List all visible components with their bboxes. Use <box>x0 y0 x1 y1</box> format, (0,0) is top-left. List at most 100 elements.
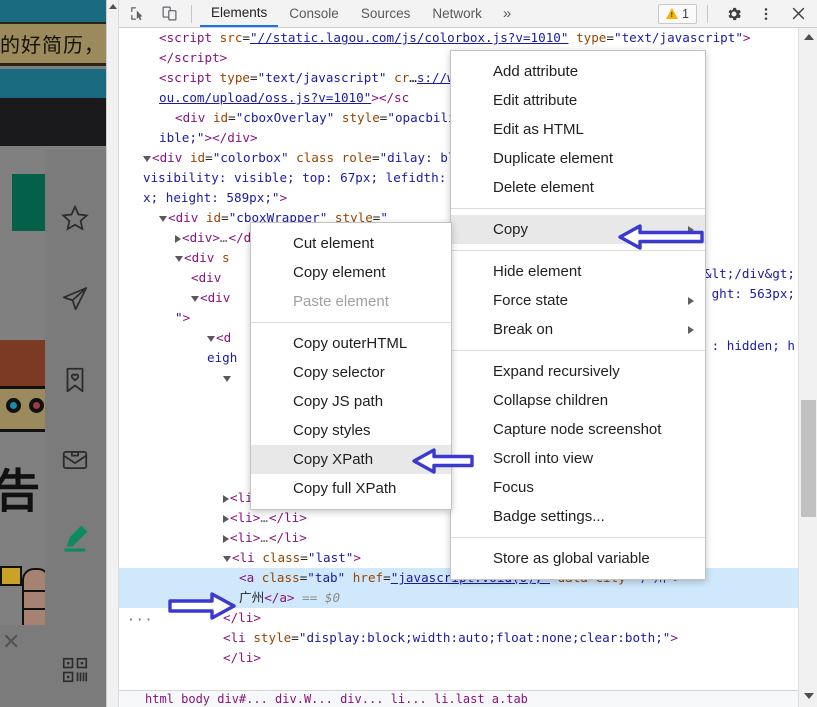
devtools-scrollbar[interactable] <box>798 28 817 707</box>
page-banner-text: 的好简历， <box>0 33 105 57</box>
page-teal-band-2 <box>0 69 106 98</box>
warning-badge[interactable]: 1 <box>658 3 697 24</box>
close-icon[interactable]: ✕ <box>0 625 20 653</box>
menu-item-label: Copy styles <box>293 422 371 439</box>
menu-item-add-attribute[interactable]: Add attribute <box>451 57 705 86</box>
dom-tree-line-fragment: ght: 563px; <box>711 286 795 301</box>
page-icon-rail <box>45 150 106 707</box>
disclosure-triangle-closed-icon[interactable] <box>223 534 229 543</box>
breadcrumb[interactable]: html body div#... div.W... div... li... … <box>119 690 799 707</box>
disclosure-triangle-closed-icon[interactable] <box>223 514 229 523</box>
dom-tree-line[interactable]: <li style="display:block;width:auto;floa… <box>119 628 799 648</box>
scrollbar-thumb[interactable] <box>801 400 816 517</box>
scroll-down-arrow-icon[interactable] <box>804 693 814 699</box>
menu-item-copy-selector[interactable]: Copy selector <box>251 358 451 387</box>
page-gold-banner: 的好简历， <box>0 22 106 66</box>
menu-item-label: Capture node screenshot <box>493 421 662 438</box>
paper-plane-icon[interactable] <box>55 278 95 318</box>
menu-item-edit-as-html[interactable]: Edit as HTML <box>451 115 705 144</box>
menu-item-capture-node-screenshot[interactable]: Capture node screenshot <box>451 415 705 444</box>
menu-separator <box>451 208 705 209</box>
bookmark-heart-icon[interactable] <box>55 360 95 400</box>
menu-item-label: Paste element <box>293 293 389 310</box>
menu-item-paste-element: Paste element <box>251 287 451 316</box>
inbox-icon[interactable] <box>55 440 95 480</box>
page-glasses <box>0 566 22 586</box>
menu-item-copy-js-path[interactable]: Copy JS path <box>251 387 451 416</box>
device-toolbar-icon[interactable] <box>155 1 183 27</box>
highlighter-pen-icon[interactable] <box>55 518 95 558</box>
star-icon[interactable] <box>55 198 95 238</box>
menu-item-label: Add attribute <box>493 63 579 80</box>
menu-item-force-state[interactable]: Force state <box>451 286 705 315</box>
page-black-band <box>0 98 106 146</box>
menu-item-copy-full-xpath[interactable]: Copy full XPath <box>251 474 451 503</box>
scroll-up-arrow-icon[interactable] <box>109 4 117 9</box>
screenshot-root: 的好简历， 告！ ✕ Elements Console Sources Netw… <box>0 0 817 707</box>
disclosure-triangle-closed-icon[interactable] <box>223 494 229 503</box>
dom-tree-line[interactable]: </li> <box>119 648 799 668</box>
menu-separator <box>451 537 705 538</box>
toolbar-divider-2 <box>707 4 708 23</box>
menu-item-label: Copy selector <box>293 364 385 381</box>
more-tabs-chevron-icon[interactable]: » <box>493 5 521 22</box>
menu-item-label: Force state <box>493 292 569 309</box>
node-overflow-dots-icon[interactable]: ··· <box>127 611 153 631</box>
disclosure-triangle-open-icon[interactable] <box>159 215 167 222</box>
menu-separator <box>451 350 705 351</box>
page-figure-eye-right <box>29 398 44 413</box>
disclosure-triangle-open-icon[interactable] <box>223 555 231 562</box>
menu-item-label: Copy full XPath <box>293 480 397 497</box>
menu-item-hide-element[interactable]: Hide element <box>451 257 705 286</box>
tab-elements[interactable]: Elements <box>200 0 279 27</box>
page-scrollbar[interactable] <box>107 0 119 707</box>
menu-item-label: Badge settings... <box>493 508 605 525</box>
inspect-element-icon[interactable] <box>123 1 151 27</box>
menu-item-label: Copy XPath <box>293 451 374 468</box>
warning-triangle-icon <box>666 8 679 19</box>
menu-item-label: Break on <box>493 321 554 338</box>
menu-item-focus[interactable]: Focus <box>451 473 705 502</box>
close-devtools-icon[interactable] <box>784 1 812 27</box>
dom-tree-line[interactable] <box>119 668 799 688</box>
menu-item-cut-element[interactable]: Cut element <box>251 229 451 258</box>
menu-item-label: Copy element <box>293 264 386 281</box>
tab-sources[interactable]: Sources <box>350 0 422 27</box>
menu-item-copy-element[interactable]: Copy element <box>251 258 451 287</box>
menu-item-collapse-children[interactable]: Collapse children <box>451 386 705 415</box>
page-green-block <box>12 174 45 231</box>
menu-item-delete-element[interactable]: Delete element <box>451 173 705 202</box>
qr-code-icon[interactable] <box>55 650 95 690</box>
disclosure-triangle-open-icon[interactable] <box>223 375 231 382</box>
dom-tree-line-fragment: : hidden; h <box>711 338 795 353</box>
dom-tree-line[interactable]: <script src="//static.lagou.com/js/color… <box>119 28 799 48</box>
more-vertical-icon[interactable] <box>752 1 780 27</box>
menu-item-scroll-into-view[interactable]: Scroll into view <box>451 444 705 473</box>
menu-item-label: Copy <box>493 221 529 238</box>
tab-network[interactable]: Network <box>421 0 493 27</box>
menu-item-copy-outerhtml[interactable]: Copy outerHTML <box>251 329 451 358</box>
menu-item-duplicate-element[interactable]: Duplicate element <box>451 144 705 173</box>
disclosure-triangle-open-icon[interactable] <box>191 295 199 302</box>
menu-item-store-as-global-variable[interactable]: Store as global variable <box>451 544 705 573</box>
scroll-up-arrow-icon[interactable] <box>804 34 814 40</box>
warning-count: 1 <box>682 6 689 21</box>
element-context-menu[interactable]: Add attribute Edit attribute Edit as HTML D… <box>450 50 706 580</box>
page-figure-eye-left <box>6 398 21 413</box>
menu-item-edit-attribute[interactable]: Edit attribute <box>451 86 705 115</box>
menu-item-break-on[interactable]: Break on <box>451 315 705 344</box>
menu-item-label: Collapse children <box>493 392 609 409</box>
menu-separator <box>451 250 705 251</box>
menu-separator <box>251 322 451 323</box>
disclosure-triangle-open-icon[interactable] <box>143 155 151 162</box>
menu-item-copy-styles[interactable]: Copy styles <box>251 416 451 445</box>
menu-item-expand-recursively[interactable]: Expand recursively <box>451 357 705 386</box>
disclosure-triangle-closed-icon[interactable] <box>175 234 181 243</box>
gear-icon[interactable] <box>720 1 748 27</box>
page-figure-hat <box>0 340 45 386</box>
disclosure-triangle-open-icon[interactable] <box>207 335 215 342</box>
submenu-chevron-icon <box>688 326 694 334</box>
disclosure-triangle-open-icon[interactable] <box>175 255 183 262</box>
tab-console[interactable]: Console <box>278 0 350 27</box>
menu-item-badge-settings[interactable]: Badge settings... <box>451 502 705 531</box>
